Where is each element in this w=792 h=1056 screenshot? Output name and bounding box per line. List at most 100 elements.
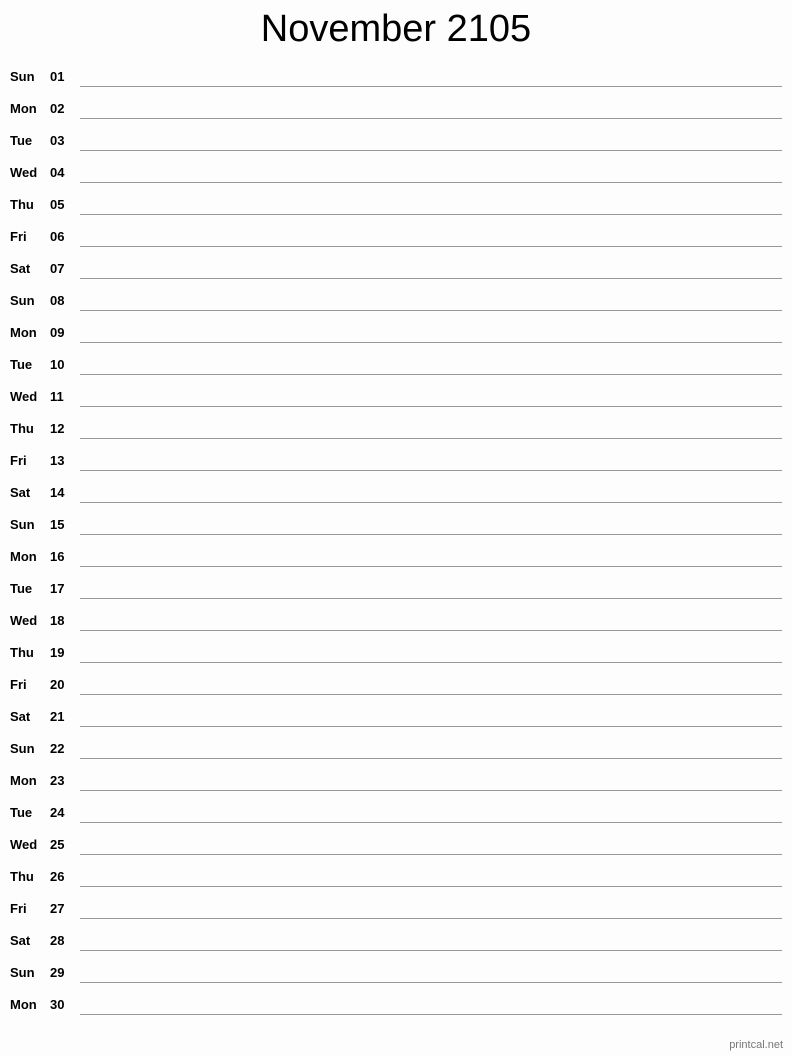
day-row: Mon 30 <box>0 988 792 1020</box>
day-of-week-label: Fri <box>10 453 27 468</box>
day-of-week-label: Thu <box>10 197 34 212</box>
day-row: Mon 23 <box>0 764 792 796</box>
writing-line <box>80 1014 782 1015</box>
writing-line <box>80 598 782 599</box>
day-row: Sun 08 <box>0 284 792 316</box>
writing-line <box>80 214 782 215</box>
writing-line <box>80 406 782 407</box>
day-of-week-label: Mon <box>10 325 37 340</box>
day-of-week-label: Fri <box>10 901 27 916</box>
day-row: Mon 02 <box>0 92 792 124</box>
footer-credit: printcal.net <box>729 1039 783 1051</box>
writing-line <box>80 150 782 151</box>
day-number-label: 22 <box>50 741 65 756</box>
day-number-label: 08 <box>50 293 65 308</box>
day-of-week-label: Thu <box>10 421 34 436</box>
day-number-label: 10 <box>50 357 65 372</box>
writing-line <box>80 534 782 535</box>
day-row: Wed 18 <box>0 604 792 636</box>
day-list: Sun 01 Mon 02 Tue 03 Wed 04 Thu 05 Fri 06 Sat 07 Sun 08… <box>0 60 792 1020</box>
writing-line <box>80 950 782 951</box>
day-number-label: 17 <box>50 581 65 596</box>
day-number-label: 23 <box>50 773 65 788</box>
day-of-week-label: Wed <box>10 165 38 180</box>
writing-line <box>80 374 782 375</box>
day-number-label: 14 <box>50 485 65 500</box>
writing-line <box>80 662 782 663</box>
day-number-label: 18 <box>50 613 65 628</box>
day-of-week-label: Thu <box>10 869 34 884</box>
writing-line <box>80 182 782 183</box>
day-of-week-label: Fri <box>10 229 27 244</box>
day-row: Thu 12 <box>0 412 792 444</box>
writing-line <box>80 566 782 567</box>
day-number-label: 19 <box>50 645 65 660</box>
day-number-label: 12 <box>50 421 65 436</box>
writing-line <box>80 438 782 439</box>
day-row: Sat 07 <box>0 252 792 284</box>
day-of-week-label: Tue <box>10 357 33 372</box>
day-row: Wed 04 <box>0 156 792 188</box>
day-row: Thu 19 <box>0 636 792 668</box>
writing-line <box>80 342 782 343</box>
day-of-week-label: Tue <box>10 133 33 148</box>
writing-line <box>80 726 782 727</box>
day-of-week-label: Sun <box>10 293 35 308</box>
day-of-week-label: Sat <box>10 485 31 500</box>
day-of-week-label: Mon <box>10 549 37 564</box>
day-row: Mon 09 <box>0 316 792 348</box>
day-of-week-label: Mon <box>10 773 37 788</box>
day-number-label: 01 <box>50 69 65 84</box>
page-title: November 2105 <box>260 8 532 50</box>
day-row: Thu 05 <box>0 188 792 220</box>
day-row: Fri 13 <box>0 444 792 476</box>
day-of-week-label: Wed <box>10 837 38 852</box>
day-of-week-label: Mon <box>10 997 37 1012</box>
day-of-week-label: Mon <box>10 101 37 116</box>
day-of-week-label: Sun <box>10 965 35 980</box>
day-row: Thu 26 <box>0 860 792 892</box>
day-of-week-label: Sat <box>10 709 31 724</box>
day-row: Fri 27 <box>0 892 792 924</box>
day-number-label: 29 <box>50 965 65 980</box>
writing-line <box>80 118 782 119</box>
writing-line <box>80 854 782 855</box>
writing-line <box>80 502 782 503</box>
writing-line <box>80 758 782 759</box>
day-of-week-label: Thu <box>10 645 34 660</box>
day-number-label: 26 <box>50 869 65 884</box>
day-of-week-label: Sat <box>10 933 31 948</box>
day-row: Mon 16 <box>0 540 792 572</box>
writing-line <box>80 790 782 791</box>
day-of-week-label: Sat <box>10 261 31 276</box>
day-of-week-label: Wed <box>10 389 38 404</box>
day-number-label: 06 <box>50 229 65 244</box>
day-row: Fri 20 <box>0 668 792 700</box>
day-of-week-label: Wed <box>10 613 38 628</box>
day-row: Sun 01 <box>0 60 792 92</box>
day-of-week-label: Tue <box>10 581 33 596</box>
day-row: Wed 25 <box>0 828 792 860</box>
day-row: Tue 10 <box>0 348 792 380</box>
day-number-label: 25 <box>50 837 65 852</box>
day-number-label: 28 <box>50 933 65 948</box>
day-row: Sat 28 <box>0 924 792 956</box>
day-number-label: 02 <box>50 101 65 116</box>
day-row: Sun 22 <box>0 732 792 764</box>
day-of-week-label: Tue <box>10 805 33 820</box>
day-of-week-label: Sun <box>10 517 35 532</box>
writing-line <box>80 822 782 823</box>
day-of-week-label: Sun <box>10 741 35 756</box>
day-of-week-label: Fri <box>10 677 27 692</box>
day-row: Sun 29 <box>0 956 792 988</box>
day-number-label: 21 <box>50 709 65 724</box>
day-number-label: 16 <box>50 549 65 564</box>
writing-line <box>80 694 782 695</box>
day-row: Tue 17 <box>0 572 792 604</box>
day-number-label: 07 <box>50 261 65 276</box>
writing-line <box>80 278 782 279</box>
day-number-label: 20 <box>50 677 65 692</box>
writing-line <box>80 630 782 631</box>
day-row: Sat 14 <box>0 476 792 508</box>
day-number-label: 03 <box>50 133 65 148</box>
